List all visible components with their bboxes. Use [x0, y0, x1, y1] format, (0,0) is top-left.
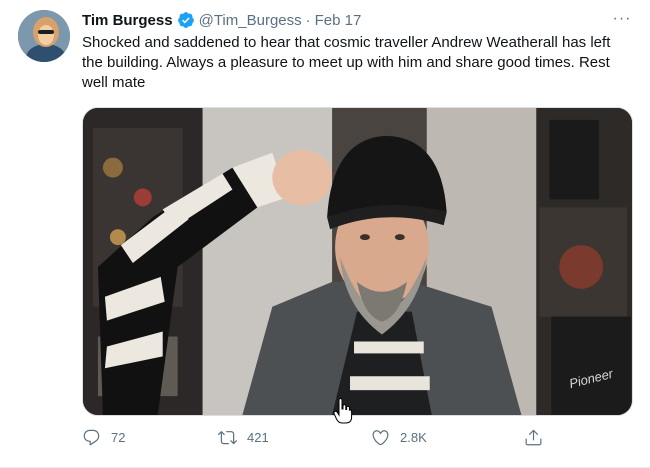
- retweet-count: 421: [247, 430, 269, 445]
- author-handle[interactable]: @Tim_Burgess: [199, 12, 302, 29]
- more-options-icon[interactable]: ···: [610, 9, 634, 29]
- tweet-actions: 72 421 2.8K: [82, 428, 552, 450]
- like-button[interactable]: 2.8K: [371, 428, 427, 447]
- header-separator: ·: [305, 11, 311, 29]
- hand-cursor-icon: [333, 398, 353, 424]
- tweet-date[interactable]: Feb 17: [315, 12, 362, 29]
- retweet-icon: [218, 431, 237, 445]
- verified-icon: [177, 11, 195, 29]
- tweet-photo[interactable]: Pioneer: [82, 107, 633, 416]
- like-count: 2.8K: [400, 430, 427, 445]
- retweet-button[interactable]: 421: [218, 428, 269, 447]
- author-name[interactable]: Tim Burgess: [82, 12, 173, 29]
- tweet-text: Shocked and saddened to hear that cosmic…: [82, 34, 611, 91]
- share-icon: [525, 429, 542, 446]
- heart-icon: [372, 430, 389, 446]
- share-button[interactable]: [524, 428, 543, 447]
- tweet-card[interactable]: Tim Burgess @Tim_Burgess · Feb 17 ··· Sh…: [0, 0, 650, 468]
- tweet-header: Tim Burgess @Tim_Burgess · Feb 17: [82, 11, 361, 29]
- reply-count: 72: [111, 430, 126, 445]
- author-avatar[interactable]: [18, 10, 70, 62]
- reply-icon: [83, 429, 100, 446]
- reply-button[interactable]: 72: [82, 428, 125, 447]
